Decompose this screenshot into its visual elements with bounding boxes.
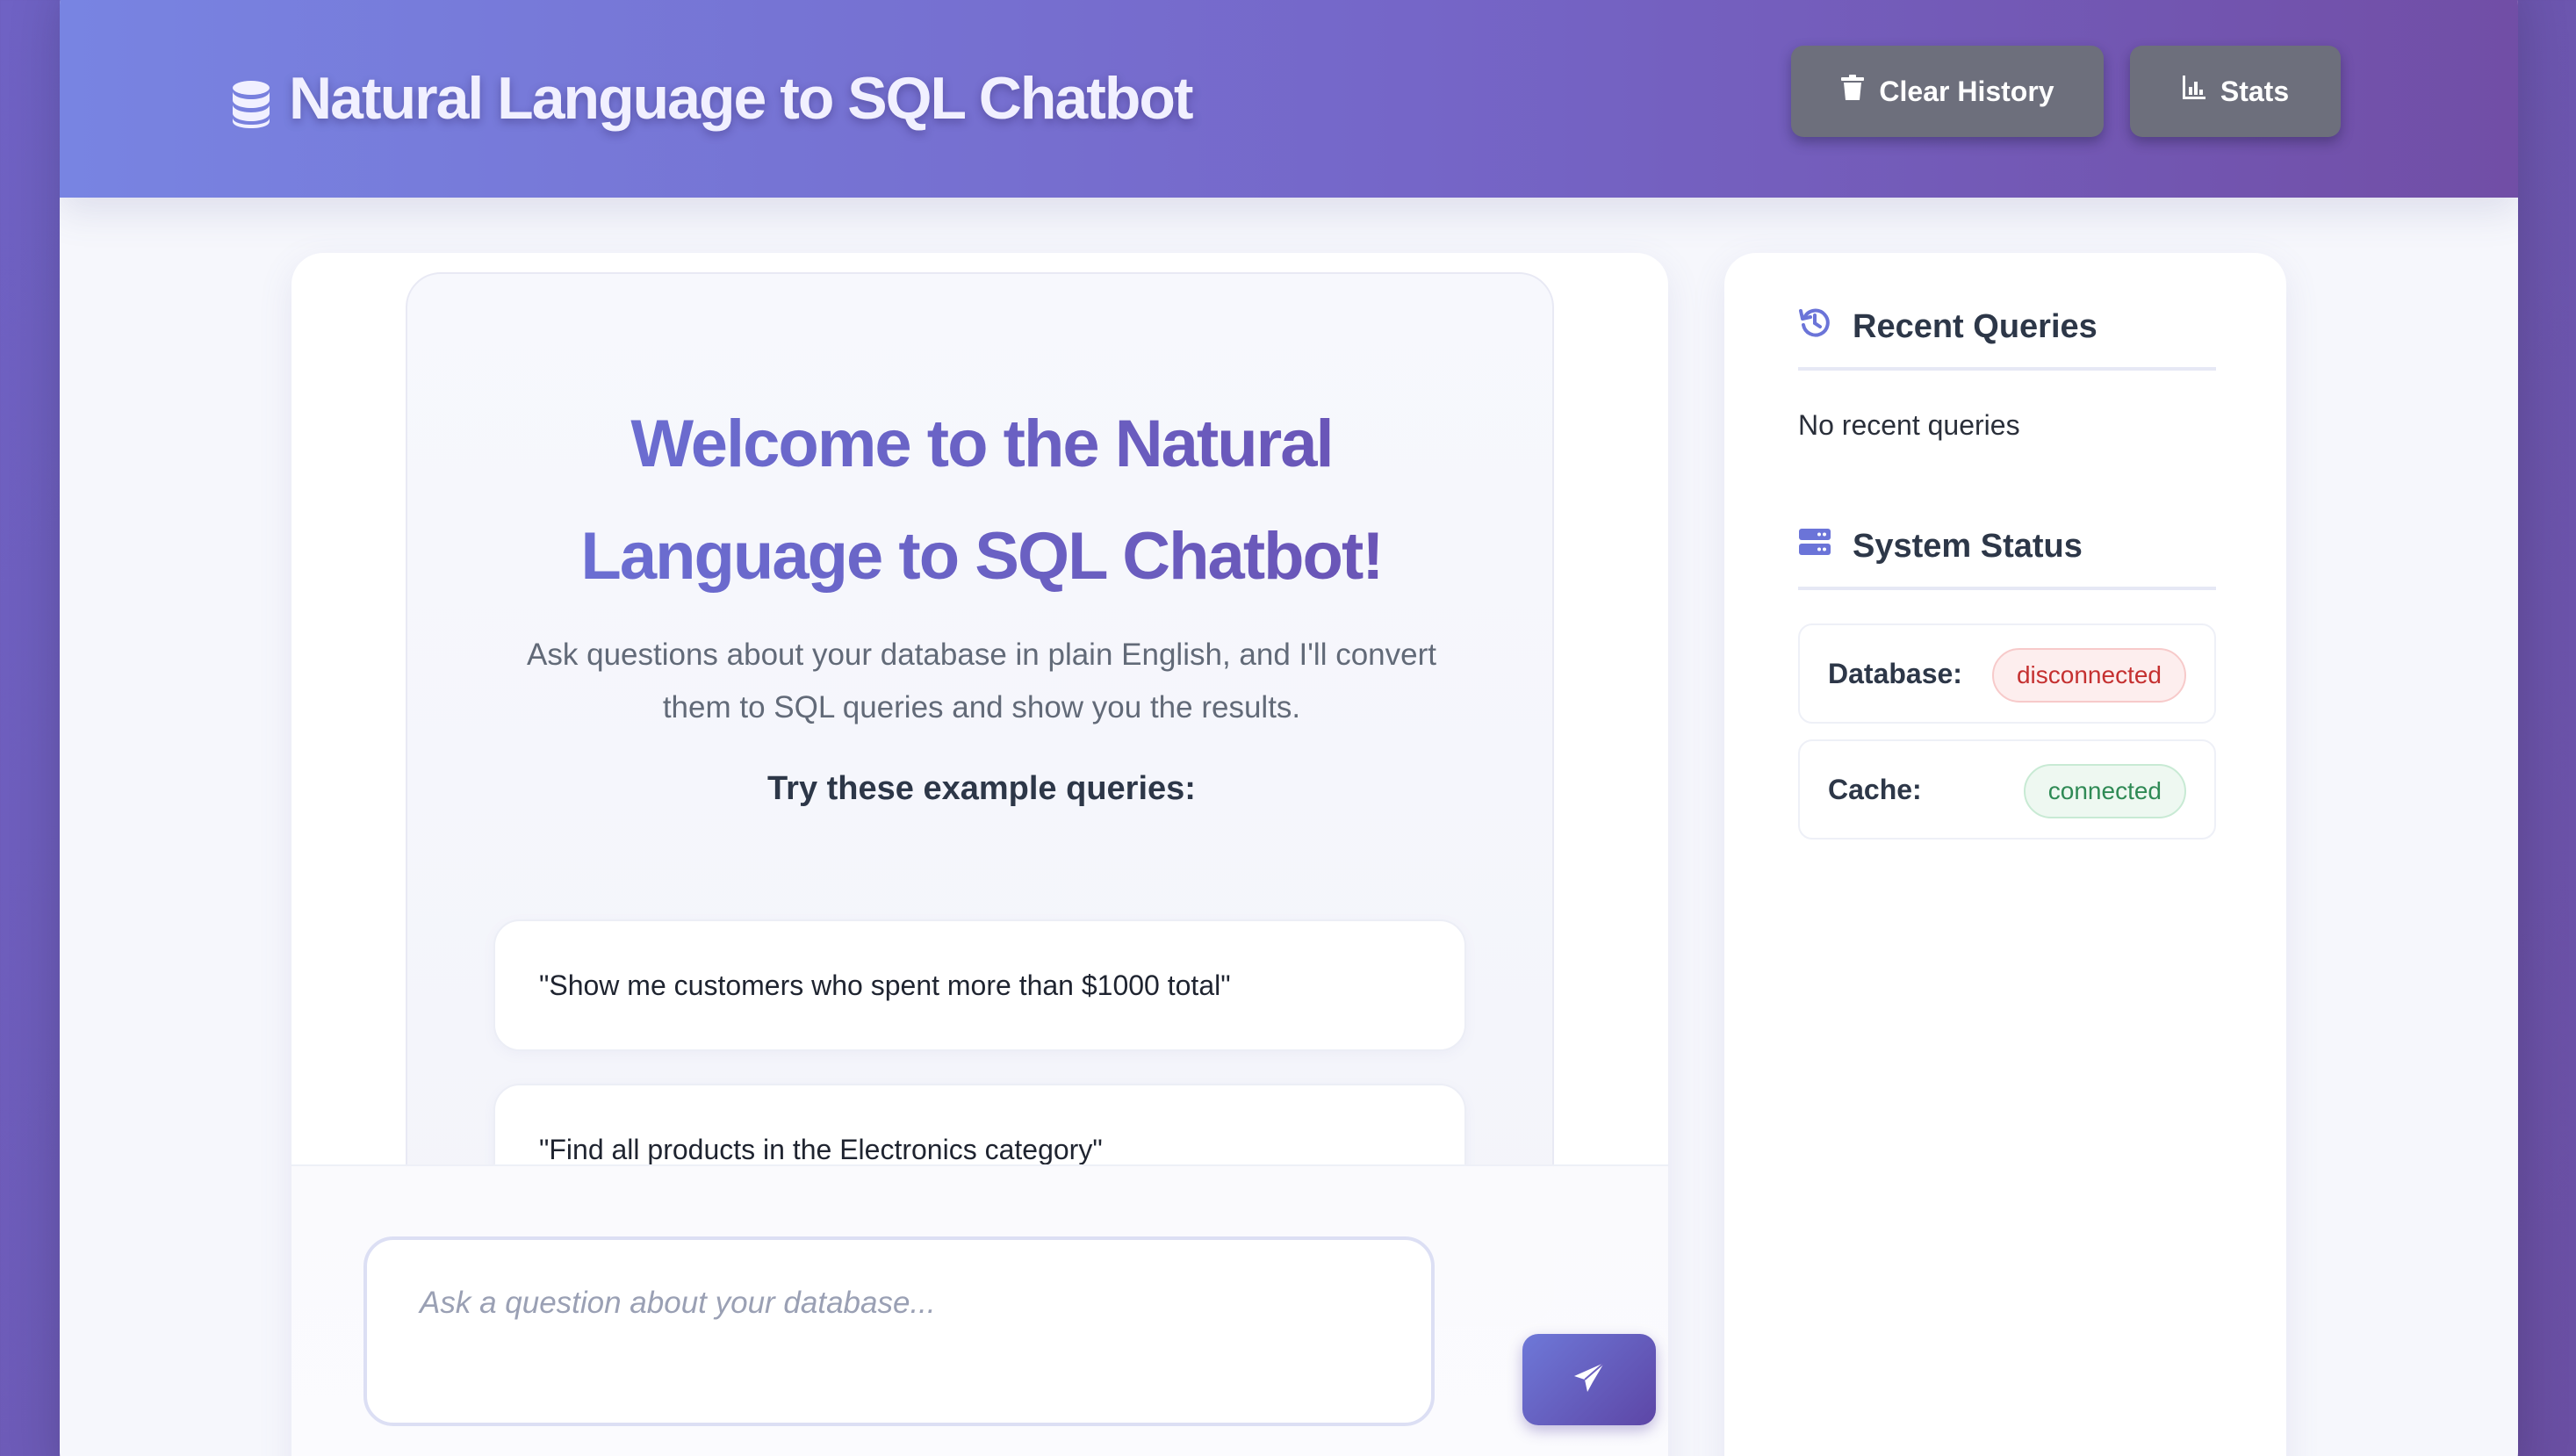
trash-icon <box>1840 75 1865 108</box>
app-window: Natural Language to SQL Chatbot Clear Hi… <box>60 0 2518 1456</box>
welcome-title-line-1: Welcome to the Natural <box>630 407 1333 481</box>
system-status-heading: System Status <box>1798 518 2216 590</box>
recent-queries-title: Recent Queries <box>1853 307 2097 345</box>
server-icon <box>1798 525 1831 567</box>
welcome-subtitle-line-1: Ask questions about your database in pla… <box>527 638 1436 672</box>
bar-chart-icon <box>2182 75 2206 108</box>
status-badge: connected <box>2023 764 2186 818</box>
welcome-subtitle: Ask questions about your database in pla… <box>495 629 1468 734</box>
database-icon <box>231 74 271 128</box>
header: Natural Language to SQL Chatbot Clear Hi… <box>60 0 2518 198</box>
chat-panel: Welcome to the Natural Language to SQL C… <box>291 253 1668 1456</box>
no-recent-text: No recent queries <box>1798 409 2020 441</box>
status-badge: disconnected <box>1991 648 2186 703</box>
stats-label: Stats <box>2220 75 2290 107</box>
example-query[interactable]: "Show me customers who spent more than $… <box>493 919 1466 1051</box>
clear-history-button[interactable]: Clear History <box>1791 46 2104 137</box>
status-label: Cache: <box>1828 773 1922 805</box>
question-input[interactable] <box>363 1236 1435 1426</box>
examples-heading: Try these example queries: <box>767 770 1196 807</box>
status-row-database: Database: disconnected <box>1798 623 2216 724</box>
input-area <box>291 1164 1668 1456</box>
page-title: Natural Language to SQL Chatbot <box>231 63 1194 133</box>
recent-queries-heading: Recent Queries <box>1798 299 2216 371</box>
stats-button[interactable]: Stats <box>2130 46 2341 137</box>
paper-plane-icon <box>1572 1361 1606 1399</box>
status-row-cache: Cache: connected <box>1798 739 2216 840</box>
sidebar: Recent Queries No recent queries System … <box>1724 253 2286 1456</box>
status-label: Database: <box>1828 657 1962 689</box>
page-title-text: Natural Language to SQL Chatbot <box>289 65 1194 132</box>
welcome-subtitle-line-2: them to SQL queries and show you the res… <box>662 690 1301 724</box>
welcome-title: Welcome to the Natural Language to SQL C… <box>407 388 1556 613</box>
welcome-title-line-2: Language to SQL Chatbot! <box>580 519 1383 594</box>
send-button[interactable] <box>1522 1334 1656 1425</box>
system-status-title: System Status <box>1853 527 2083 565</box>
history-icon <box>1798 306 1831 348</box>
clear-history-label: Clear History <box>1879 75 2054 107</box>
